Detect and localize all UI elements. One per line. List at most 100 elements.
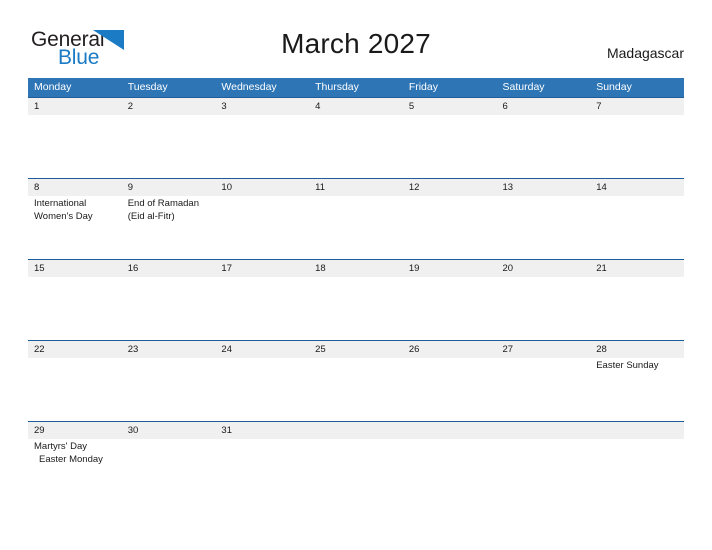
day-events <box>497 196 591 259</box>
day-number[interactable]: 20 <box>497 260 591 277</box>
day-number[interactable]: 7 <box>590 98 684 115</box>
day-events <box>590 115 684 178</box>
day-number[interactable]: 17 <box>215 260 309 277</box>
day-number[interactable]: 29 <box>28 422 122 439</box>
day-number[interactable]: 23 <box>122 341 216 358</box>
week-date-band: 8 9 10 11 12 13 14 <box>28 178 684 196</box>
day-events <box>28 358 122 421</box>
weekday-header-monday: Monday <box>34 81 72 93</box>
weekday-header-tuesday: Tuesday <box>127 81 168 93</box>
day-number[interactable]: 11 <box>309 179 403 196</box>
calendar-week-row: 15 16 17 18 19 20 21 <box>28 259 684 340</box>
day-cell-empty <box>403 422 497 439</box>
day-events: International Women's Day <box>28 196 122 259</box>
day-events <box>122 277 216 340</box>
day-number[interactable]: 8 <box>28 179 122 196</box>
day-number[interactable]: 31 <box>215 422 309 439</box>
day-events <box>403 115 497 178</box>
weekday-header-sunday: Sunday <box>596 81 632 93</box>
day-events <box>28 277 122 340</box>
day-number[interactable]: 6 <box>497 98 591 115</box>
day-number[interactable]: 14 <box>590 179 684 196</box>
calendar-week-row: 1234567 <box>28 97 684 178</box>
day-events <box>309 196 403 259</box>
event-label: Martyrs' Day <box>34 441 88 452</box>
event-label: International <box>34 198 87 209</box>
day-number[interactable]: 2 <box>122 98 216 115</box>
weekday-header-wednesday: Wednesday <box>221 81 277 93</box>
day-events <box>497 439 591 502</box>
week-date-band: 1234567 <box>28 97 684 115</box>
day-number[interactable]: 27 <box>497 341 591 358</box>
day-events <box>403 196 497 259</box>
week-event-band <box>28 115 684 178</box>
day-number[interactable]: 10 <box>215 179 309 196</box>
day-events <box>497 358 591 421</box>
calendar-week-row: 22 23 24 25 26 27 28 Easter Sunday <box>28 340 684 421</box>
day-number[interactable]: 24 <box>215 341 309 358</box>
day-events <box>215 358 309 421</box>
day-events <box>215 196 309 259</box>
day-events <box>403 277 497 340</box>
week-event-band: International Women's Day End of Ramadan (E… <box>28 196 684 259</box>
day-events: Martyrs' Day Easter Monday <box>28 439 122 502</box>
weekday-header-thursday: Thursday <box>315 81 359 93</box>
event-label: End of Ramadan <box>127 198 199 209</box>
day-events: Easter Sunday <box>590 358 684 421</box>
day-events <box>309 358 403 421</box>
day-number[interactable]: 12 <box>403 179 497 196</box>
day-number[interactable]: 21 <box>590 260 684 277</box>
day-cell-empty <box>497 422 591 439</box>
country-label: Madagascar <box>606 45 684 61</box>
day-events <box>28 115 122 178</box>
day-events <box>122 439 216 502</box>
day-events: End of Ramadan (Eid al-Fitr) <box>122 196 216 259</box>
day-events <box>122 115 216 178</box>
day-cell-empty <box>309 422 403 439</box>
day-events <box>309 115 403 178</box>
week-date-band: 22 23 24 25 26 27 28 <box>28 340 684 358</box>
day-events <box>403 358 497 421</box>
day-events <box>590 277 684 340</box>
day-number[interactable]: 15 <box>28 260 122 277</box>
day-number[interactable]: 16 <box>122 260 216 277</box>
page-header: General Blue March 2027 Madagascar <box>0 0 712 76</box>
day-events <box>590 439 684 502</box>
calendar-table: Monday Tuesday Wednesday Thursday Friday… <box>28 78 684 502</box>
day-number[interactable]: 19 <box>403 260 497 277</box>
day-number[interactable]: 1 <box>28 98 122 115</box>
day-number[interactable]: 9 <box>122 179 216 196</box>
day-number[interactable]: 26 <box>403 341 497 358</box>
day-events <box>590 196 684 259</box>
day-events <box>215 277 309 340</box>
weekday-header-row: Monday Tuesday Wednesday Thursday Friday… <box>28 78 684 97</box>
event-label: Women's Day <box>34 210 93 222</box>
week-date-band: 15 16 17 18 19 20 21 <box>28 259 684 277</box>
week-event-band: Easter Sunday <box>28 358 684 421</box>
week-event-band <box>28 277 684 340</box>
day-cell-empty <box>590 422 684 439</box>
day-events <box>309 439 403 502</box>
day-number[interactable]: 30 <box>122 422 216 439</box>
event-label: (Eid al-Fitr) <box>127 210 175 222</box>
day-number[interactable]: 28 <box>590 341 684 358</box>
calendar-week-row: 8 9 10 11 12 13 14 International Women's Day End … <box>28 178 684 259</box>
day-events <box>497 115 591 178</box>
day-events <box>122 358 216 421</box>
weekday-header-saturday: Saturday <box>502 81 545 93</box>
event-label: Easter Monday <box>39 453 103 465</box>
day-events <box>497 277 591 340</box>
day-number[interactable]: 18 <box>309 260 403 277</box>
day-number[interactable]: 13 <box>497 179 591 196</box>
page-title: March 2027 <box>281 28 431 59</box>
day-number[interactable]: 3 <box>215 98 309 115</box>
day-number[interactable]: 4 <box>309 98 403 115</box>
day-events <box>215 439 309 502</box>
day-number[interactable]: 22 <box>28 341 122 358</box>
day-number[interactable]: 5 <box>403 98 497 115</box>
week-event-band: Martyrs' Day Easter Monday <box>28 439 684 502</box>
weekday-header-friday: Friday <box>408 81 438 93</box>
day-number[interactable]: 25 <box>309 341 403 358</box>
day-events <box>309 277 403 340</box>
day-events <box>403 439 497 502</box>
